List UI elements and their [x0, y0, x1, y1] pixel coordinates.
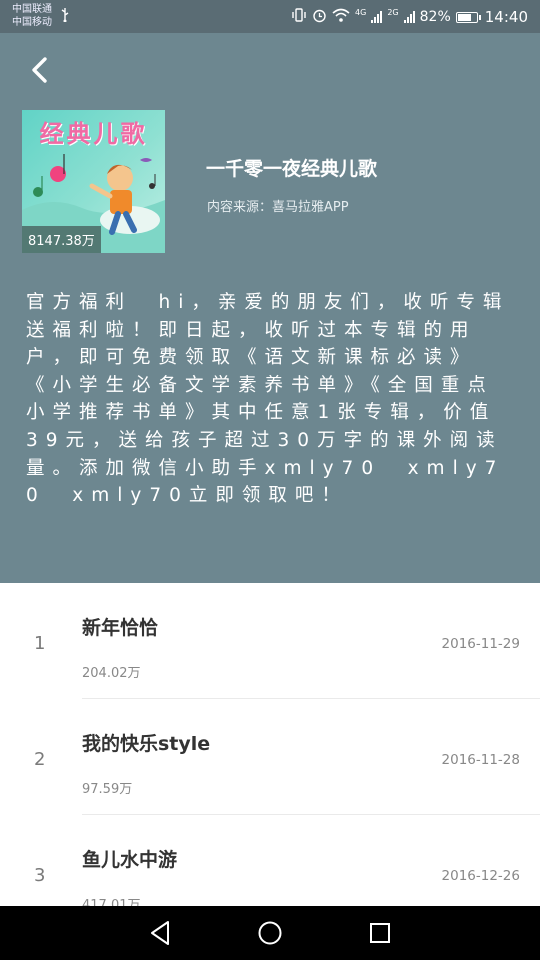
- carrier-info: 中国联通 中国移动: [12, 3, 52, 29]
- track-date: 2016-11-28: [441, 752, 520, 768]
- status-icons: 4G 2G 82% 14:40: [291, 6, 528, 28]
- square-recents-icon: [370, 923, 390, 943]
- nav-recents-button[interactable]: [366, 919, 394, 947]
- circle-home-icon: [258, 921, 282, 945]
- carrier-2: 中国移动: [12, 17, 52, 28]
- track-row[interactable]: 1 新年恰恰 2016-11-29 204.02万: [0, 583, 540, 699]
- album-header: 经典儿歌 8147.38万 一千零一夜经典儿歌 内容来源：喜马拉雅APP 官方福…: [0, 33, 540, 583]
- track-list: 1 新年恰恰 2016-11-29 204.02万 2 我的快乐style 20…: [0, 583, 540, 906]
- track-title: 我的快乐style: [82, 733, 211, 755]
- wifi-icon: [332, 8, 350, 26]
- track-date: 2016-12-26: [441, 868, 520, 884]
- nav-back-button[interactable]: [146, 919, 174, 947]
- album-play-count: 8147.38万: [22, 226, 101, 253]
- clock: 14:40: [484, 8, 528, 26]
- track-play-count: 204.02万: [82, 666, 141, 681]
- alarm-icon: [312, 8, 327, 27]
- track-number: 1: [34, 633, 46, 654]
- album-title: 一千零一夜经典儿歌: [206, 158, 378, 180]
- system-nav-bar: [0, 906, 540, 960]
- track-title: 鱼儿水中游: [82, 849, 178, 871]
- content-source: 内容来源：喜马拉雅APP: [207, 200, 349, 215]
- track-number: 3: [34, 865, 46, 886]
- track-play-count: 417.01万: [82, 898, 141, 906]
- track-play-count: 97.59万: [82, 782, 133, 797]
- track-row[interactable]: 2 我的快乐style 2016-11-28 97.59万: [0, 699, 540, 815]
- track-number: 2: [34, 749, 46, 770]
- nav-home-button[interactable]: [256, 919, 284, 947]
- track-title: 新年恰恰: [82, 617, 159, 639]
- album-description: 官方福利 hi，亲爱的朋友们，收听专辑送福利啦！即日起，收听过本专辑的用户，即可…: [26, 292, 510, 507]
- album-cover[interactable]: 经典儿歌 8147.38万: [22, 110, 165, 253]
- status-bar: 中国联通 中国移动 4G 2G 82% 14:40: [0, 0, 540, 33]
- triangle-back-icon: [151, 921, 169, 945]
- usb-icon: [60, 8, 70, 26]
- signal-1-icon: [371, 11, 383, 23]
- back-button[interactable]: [24, 55, 54, 85]
- track-row[interactable]: 3 鱼儿水中游 2016-12-26 417.01万: [0, 815, 540, 906]
- network-type-2: 2G: [387, 7, 399, 17]
- network-type-1: 4G: [355, 7, 367, 17]
- track-date: 2016-11-29: [441, 636, 520, 652]
- vibrate-icon: [291, 8, 307, 26]
- battery-icon: [455, 11, 481, 23]
- battery-percent: 82%: [419, 9, 451, 25]
- signal-2-icon: [403, 11, 415, 23]
- carrier-1: 中国联通: [12, 4, 52, 15]
- chevron-left-icon: [32, 57, 47, 83]
